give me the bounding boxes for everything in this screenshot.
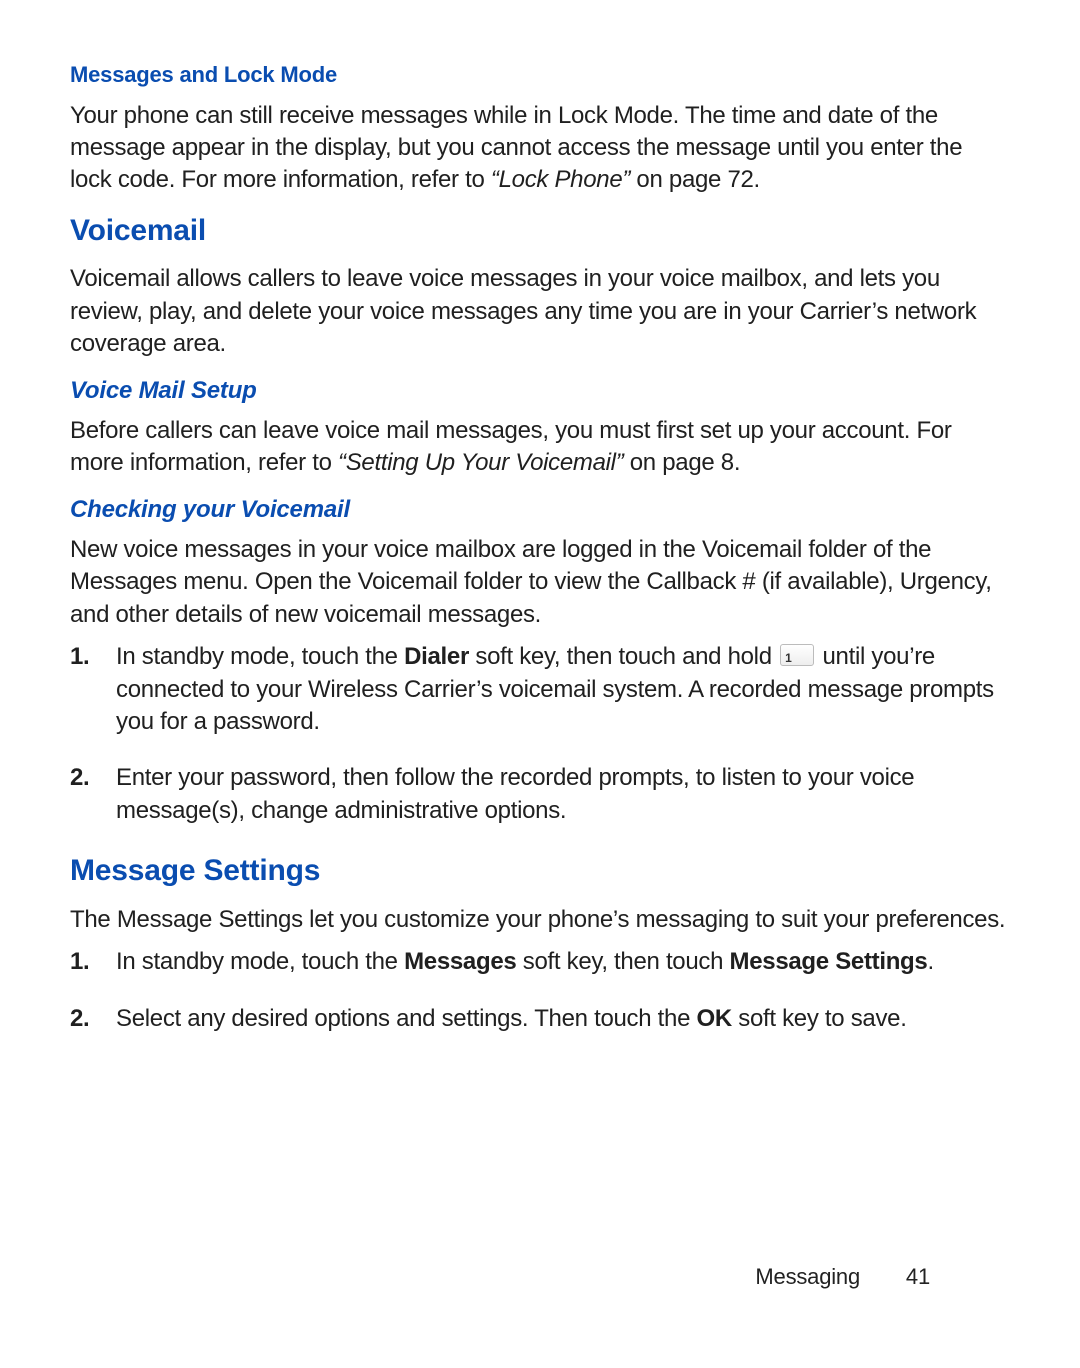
heading-voicemail: Voicemail bbox=[70, 211, 1010, 252]
text: Enter your password, then follow the rec… bbox=[116, 764, 914, 823]
key-main: 1 bbox=[785, 648, 791, 668]
text: soft key to save. bbox=[732, 1005, 907, 1032]
bold-term: Message Settings bbox=[730, 948, 928, 975]
footer-section-label: Messaging bbox=[755, 1264, 860, 1289]
steps-list: 1. In standby mode, touch the Messages s… bbox=[70, 946, 1010, 1035]
step-number: 1. bbox=[70, 641, 89, 673]
paragraph: New voice messages in your voice mailbox… bbox=[70, 534, 1010, 631]
cross-reference: “Setting Up Your Voicemail” bbox=[338, 449, 623, 476]
heading-message-settings: Message Settings bbox=[70, 851, 1010, 892]
step: 1. In standby mode, touch the Dialer sof… bbox=[116, 641, 1010, 738]
paragraph: The Message Settings let you customize y… bbox=[70, 904, 1010, 936]
section-checking-voicemail: Checking your Voicemail New voice messag… bbox=[70, 494, 1010, 828]
bold-term: Messages bbox=[404, 948, 516, 975]
paragraph: Your phone can still receive messages wh… bbox=[70, 100, 1010, 197]
step-number: 2. bbox=[70, 762, 89, 794]
step: 1. In standby mode, touch the Messages s… bbox=[116, 946, 1010, 978]
step-number: 1. bbox=[70, 946, 89, 978]
section-message-settings: Message Settings The Message Settings le… bbox=[70, 851, 1010, 1035]
bold-term: OK bbox=[696, 1005, 731, 1032]
text: In standby mode, touch the bbox=[116, 643, 404, 670]
step-number: 2. bbox=[70, 1003, 89, 1035]
heading-checking-voicemail: Checking your Voicemail bbox=[70, 494, 1010, 526]
text: on page 72. bbox=[630, 166, 760, 193]
page-footer: Messaging 41 bbox=[755, 1262, 930, 1292]
section-messages-lock-mode: Messages and Lock Mode Your phone can st… bbox=[70, 60, 1010, 197]
heading-messages-lock-mode: Messages and Lock Mode bbox=[70, 60, 1010, 90]
page-number: 41 bbox=[906, 1262, 930, 1292]
step: 2. Enter your password, then follow the … bbox=[116, 762, 1010, 827]
cross-reference: “Lock Phone” bbox=[491, 166, 630, 193]
text: soft key, then touch bbox=[516, 948, 729, 975]
bold-term: Dialer bbox=[404, 643, 469, 670]
paragraph: Voicemail allows callers to leave voice … bbox=[70, 263, 1010, 360]
section-voicemail: Voicemail Voicemail allows callers to le… bbox=[70, 211, 1010, 361]
text: soft key, then touch and hold bbox=[469, 643, 778, 670]
key-1-icon: 1 bbox=[780, 644, 814, 666]
section-voice-mail-setup: Voice Mail Setup Before callers can leav… bbox=[70, 375, 1010, 480]
step: 2. Select any desired options and settin… bbox=[116, 1003, 1010, 1035]
paragraph: Before callers can leave voice mail mess… bbox=[70, 415, 1010, 480]
heading-voice-mail-setup: Voice Mail Setup bbox=[70, 375, 1010, 407]
text: on page 8. bbox=[623, 449, 740, 476]
text: Select any desired options and settings.… bbox=[116, 1005, 696, 1032]
text: . bbox=[927, 948, 933, 975]
page-content: Messages and Lock Mode Your phone can st… bbox=[70, 60, 1010, 1328]
steps-list: 1. In standby mode, touch the Dialer sof… bbox=[70, 641, 1010, 827]
text: In standby mode, touch the bbox=[116, 948, 404, 975]
